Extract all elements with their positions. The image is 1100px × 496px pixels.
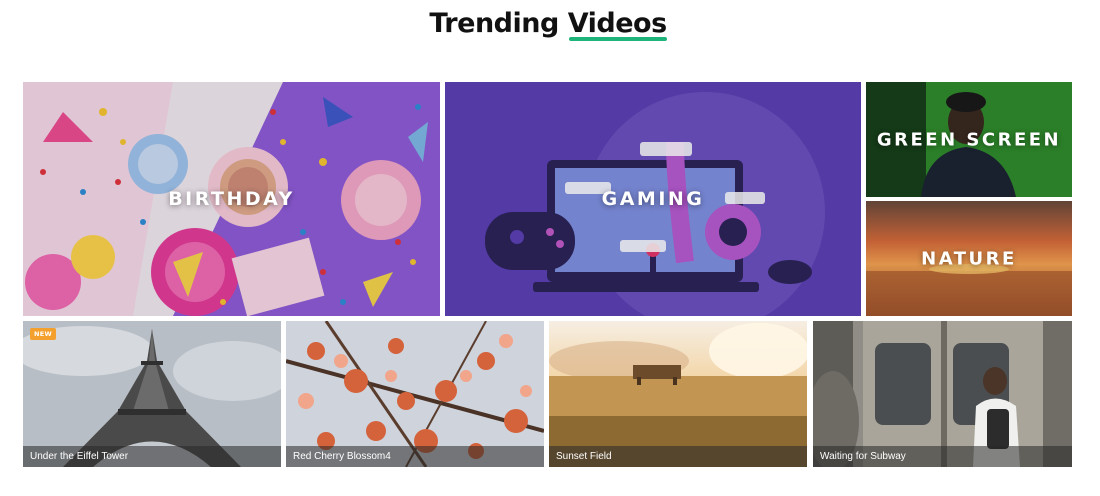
category-label: GAMING xyxy=(601,188,705,210)
video-card-sunset-field[interactable]: Sunset Field xyxy=(549,321,807,467)
category-label: GREEN SCREEN xyxy=(876,129,1062,150)
category-tile-birthday[interactable]: BIRTHDAY xyxy=(23,82,440,316)
title-first-word: Trending xyxy=(429,8,559,39)
video-card-subway[interactable]: Waiting for Subway xyxy=(813,321,1072,467)
category-label: BIRTHDAY xyxy=(168,188,295,210)
category-tile-nature[interactable]: NATURE xyxy=(866,201,1072,316)
new-badge: NEW xyxy=(30,328,56,340)
category-label: NATURE xyxy=(921,248,1017,269)
video-caption: Sunset Field xyxy=(549,446,807,467)
video-caption: Waiting for Subway xyxy=(813,446,1072,467)
video-card-cherry-blossom[interactable]: Red Cherry Blossom4 xyxy=(286,321,544,467)
video-caption: Red Cherry Blossom4 xyxy=(286,446,544,467)
category-tile-green-screen[interactable]: GREEN SCREEN xyxy=(866,82,1072,197)
video-caption: Under the Eiffel Tower xyxy=(23,446,281,467)
section-title: Trending Videos xyxy=(0,8,1096,41)
category-tile-gaming[interactable]: GAMING xyxy=(445,82,861,316)
video-card-eiffel[interactable]: NEW Under the Eiffel Tower xyxy=(23,321,281,467)
title-highlight-word: Videos xyxy=(567,8,667,41)
